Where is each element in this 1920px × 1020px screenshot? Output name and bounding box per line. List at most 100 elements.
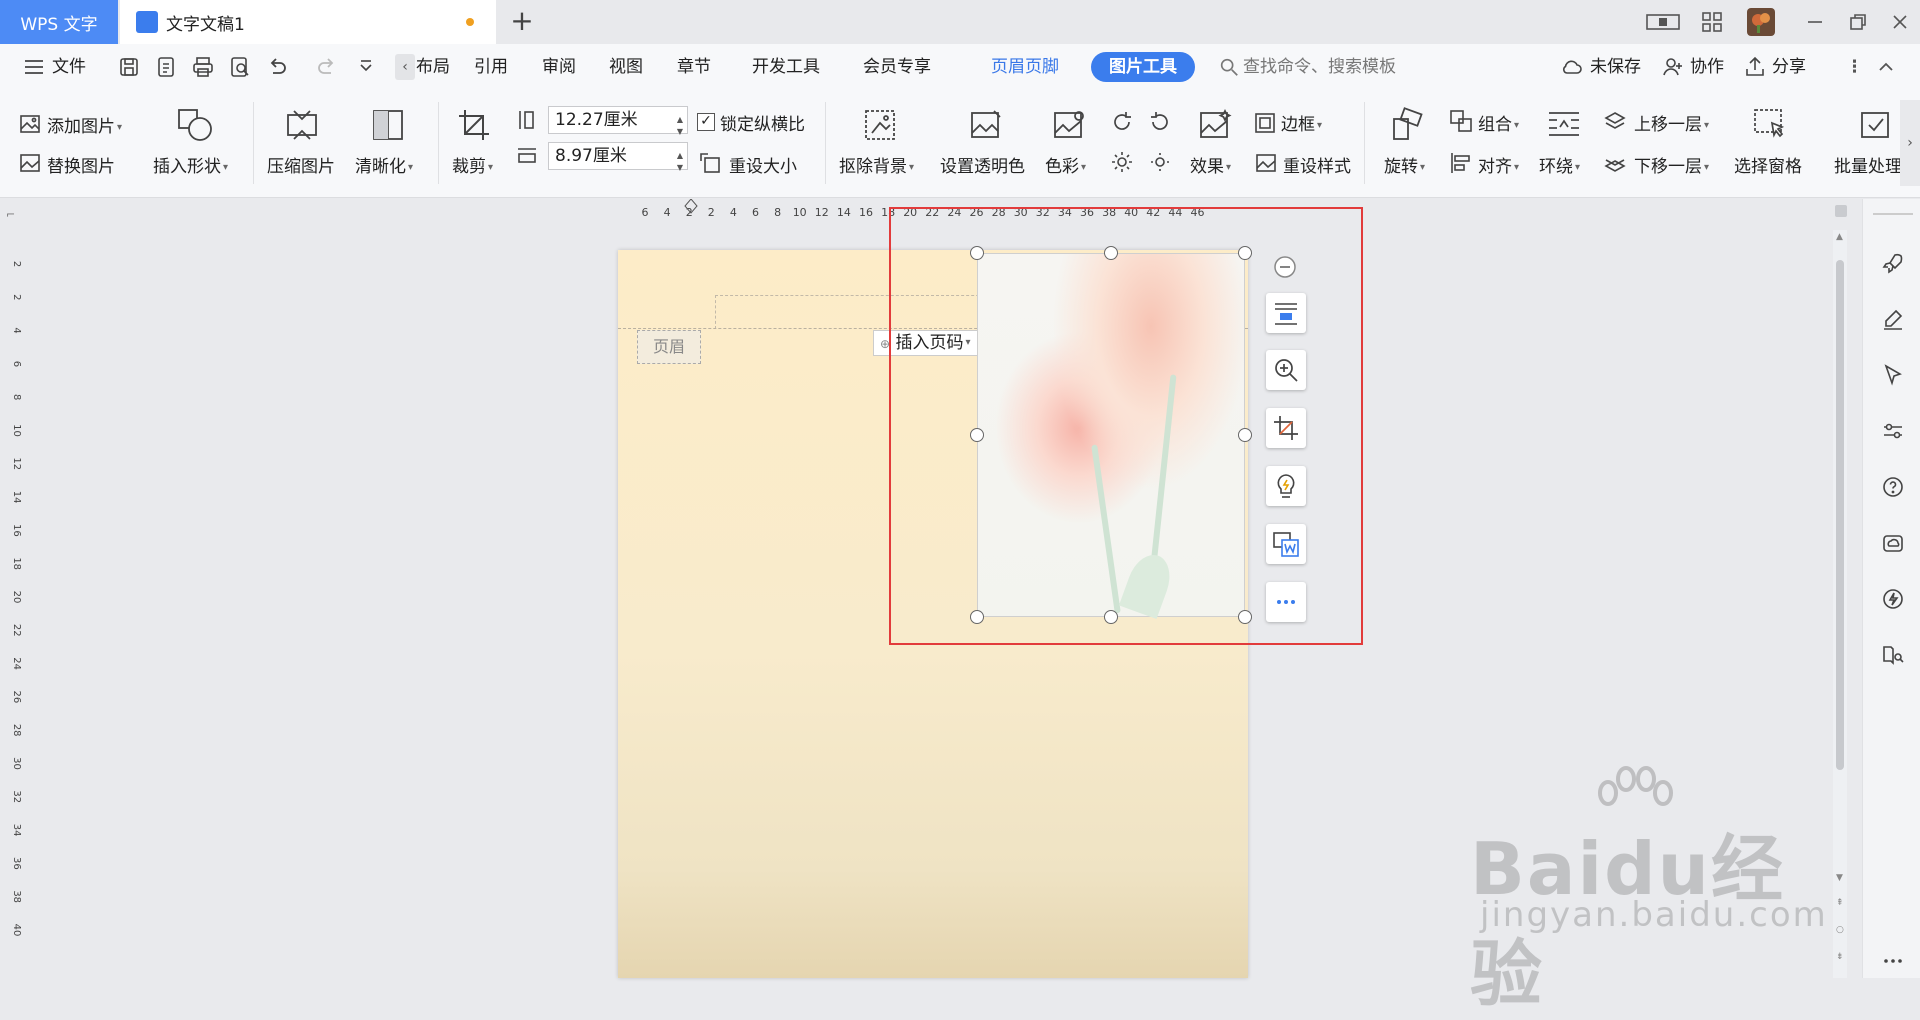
add-image-icon[interactable] [18,112,42,136]
rotate-icon[interactable] [1388,107,1424,143]
workspace-mode-icon[interactable] [1645,10,1681,34]
brightness-down-icon[interactable] [1148,150,1172,174]
help-icon[interactable] [1881,475,1905,499]
new-tab-button[interactable]: + [508,7,536,36]
height-input[interactable]: 12.27厘米 ▲ ▼ [548,106,688,136]
more-options-icon[interactable]: ⋮ [1846,44,1863,90]
replace-image-button[interactable]: 替换图片 [47,152,115,177]
select-cursor-icon[interactable] [1881,363,1905,387]
align-icon[interactable] [1449,151,1473,175]
more-options-dots-icon[interactable] [1881,949,1905,973]
collaborate-icon[interactable] [1661,55,1685,79]
color-adjust-icon[interactable] [1051,107,1087,143]
sharpen-button[interactable]: 清晰化 ▾ [355,152,413,177]
rocket-icon[interactable] [1881,251,1905,275]
share-button[interactable]: 分享 [1772,44,1806,90]
hamburger-menu-icon[interactable] [22,55,46,79]
next-page-icon[interactable]: ⇟ [1836,952,1844,962]
rotate-decrease-icon[interactable] [1148,110,1172,134]
send-backward-button[interactable]: 下移一层 ▾ [1634,152,1709,177]
batch-process-button[interactable]: 批量处理 [1834,152,1902,177]
redo-icon[interactable] [315,55,339,79]
more-tools-button[interactable] [1266,582,1306,622]
scrollbar-thumb[interactable] [1836,260,1844,770]
tab-view[interactable]: 视图 [609,44,643,90]
brightness-up-icon[interactable] [1110,150,1134,174]
close-icon[interactable] [1888,10,1912,34]
rotate-increase-icon[interactable] [1110,110,1134,134]
vertical-ruler[interactable]: 2 2 4 6 8 10 12 14 16 18 20 22 24 26 28 30 32 34 36 38 40 [0,250,22,978]
lock-ratio-checkbox[interactable]: ✓ [697,113,715,131]
sharpen-icon[interactable] [370,107,406,143]
print-preview-icon[interactable] [228,55,252,79]
save-icon[interactable] [117,55,141,79]
file-menu[interactable]: 文件 [52,44,86,90]
bring-forward-button[interactable]: 上移一层 ▾ [1634,110,1709,135]
apps-grid-icon[interactable] [1700,10,1724,34]
page-dot-icon[interactable]: ○ [1836,925,1844,935]
set-transparent-icon[interactable] [968,107,1004,143]
avatar[interactable] [1747,8,1775,36]
effects-button[interactable]: 效果 ▾ [1190,152,1231,177]
collaborate-button[interactable]: 协作 [1690,44,1724,90]
wrap-text-button[interactable]: 环绕 ▾ [1539,152,1580,177]
customize-toolbar-icon[interactable] [354,55,378,79]
export-pdf-icon[interactable] [154,55,178,79]
wrap-text-icon[interactable] [1547,109,1581,139]
sliders-icon[interactable] [1881,419,1905,443]
collapse-ribbon-icon[interactable] [1874,55,1898,79]
book-search-icon[interactable] [1881,643,1905,667]
reset-style-button[interactable]: 重设样式 [1283,152,1351,177]
selection-pane-icon[interactable] [1752,107,1788,143]
replace-image-icon[interactable] [18,151,42,175]
compress-image-icon[interactable] [284,107,320,143]
scroll-top-icon[interactable] [1834,204,1848,218]
scroll-tabs-left-button[interactable]: ‹ [395,54,415,80]
smart-suggest-button[interactable] [1266,466,1306,506]
rotate-button[interactable]: 旋转 ▾ [1384,152,1425,177]
remove-background-icon[interactable] [862,107,898,143]
tab-developer[interactable]: 开发工具 [752,44,820,90]
zoom-image-button[interactable] [1266,350,1306,390]
crop-image-button[interactable] [1266,408,1306,448]
group-icon[interactable] [1449,109,1473,133]
crop-icon[interactable] [456,107,492,143]
width-input[interactable]: 8.97厘米 ▲ ▼ [548,142,688,172]
set-transparent-button[interactable]: 设置透明色 [940,152,1025,177]
cloud-sync-icon[interactable] [1560,55,1584,79]
align-button[interactable]: 对齐 ▾ [1478,152,1519,177]
send-backward-icon[interactable] [1603,151,1627,175]
previous-page-icon[interactable]: ⇞ [1836,898,1844,908]
print-icon[interactable] [191,55,215,79]
image-to-text-button[interactable] [1266,524,1306,564]
batch-process-icon[interactable] [1858,107,1894,143]
cloud-storage-icon[interactable] [1881,531,1905,555]
reset-size-button[interactable]: 重设大小 [729,152,797,177]
scroll-down-arrow-icon[interactable]: ▼ [1836,873,1843,883]
color-button[interactable]: 色彩 ▾ [1045,152,1086,177]
tab-layout[interactable]: 布局 [416,44,450,90]
minimize-icon[interactable] [1803,10,1827,34]
scroll-ribbon-right-button[interactable]: › [1900,100,1920,186]
reset-style-icon[interactable] [1254,151,1278,175]
remove-background-button[interactable]: 抠除背景 ▾ [839,152,914,177]
border-button[interactable]: 边框 ▾ [1281,110,1322,135]
app-tab[interactable]: WPS 文字 [0,0,118,44]
pen-icon[interactable] [1881,307,1905,331]
restore-icon[interactable] [1846,10,1870,34]
lightning-icon[interactable] [1881,587,1905,611]
undo-icon[interactable] [265,55,289,79]
add-image-button[interactable]: 添加图片 ▾ [47,112,122,137]
selection-pane-button[interactable]: 选择窗格 [1734,152,1802,177]
crop-button[interactable]: 裁剪 ▾ [452,152,493,177]
document-tab[interactable]: 文字文稿1 [120,0,496,44]
layout-options-button[interactable] [1266,293,1306,333]
vertical-scrollbar[interactable] [1833,230,1847,978]
tab-header-footer[interactable]: 页眉页脚 [991,44,1059,90]
tab-review[interactable]: 审阅 [542,44,576,90]
border-icon[interactable] [1254,112,1276,134]
bring-forward-icon[interactable] [1603,109,1627,133]
group-button[interactable]: 组合 ▾ [1478,110,1519,135]
tab-picture-tools[interactable]: 图片工具 [1091,52,1195,82]
share-icon[interactable] [1743,55,1767,79]
